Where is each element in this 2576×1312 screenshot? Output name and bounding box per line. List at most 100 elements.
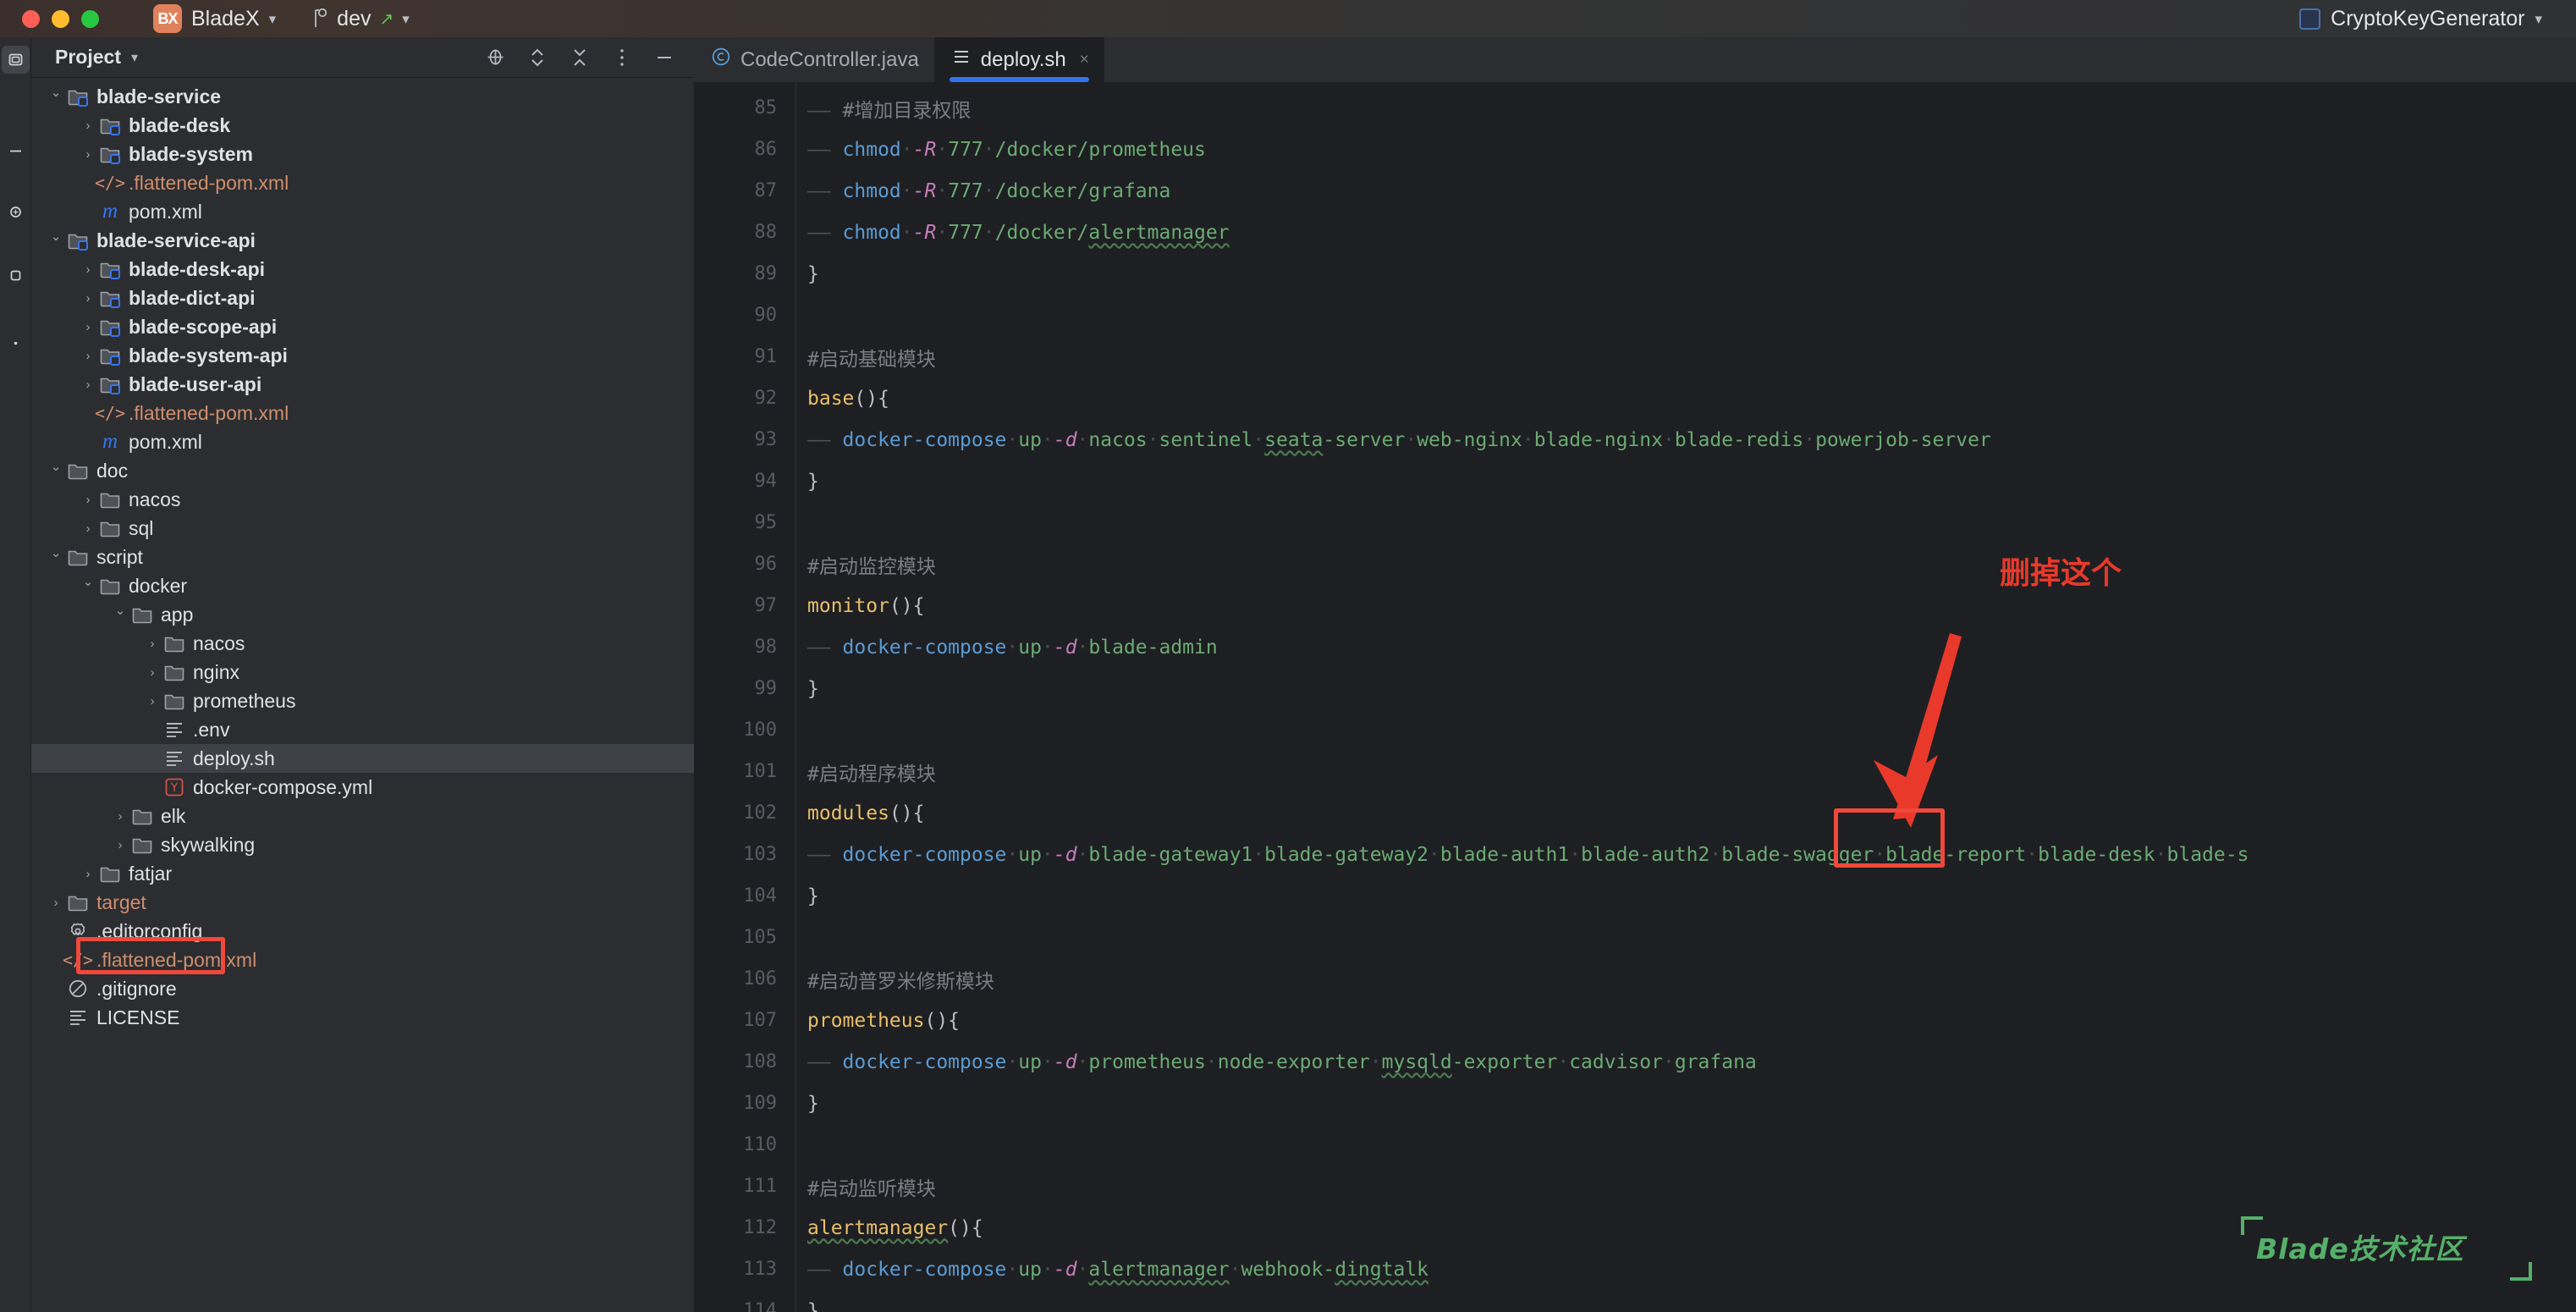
tree-row[interactable]: › blade-system-api [31,341,694,370]
project-tool-button[interactable] [2,46,30,74]
code-line[interactable]: 107 prometheus(){ [694,1000,2576,1041]
chevron-right-icon[interactable]: › [79,493,97,507]
code-line[interactable]: 104} [694,875,2576,917]
window-controls[interactable] [0,9,99,28]
tree-row[interactable]: › blade-system [31,140,694,168]
tree-row[interactable]: ⌄ script [31,543,694,571]
code-line[interactable]: 88 —— chmod·-R·777·/docker/alertmanager [694,212,2576,253]
chevron-down-icon[interactable]: ⌄ [47,229,65,244]
close-window-button[interactable] [22,9,40,28]
tree-row[interactable]: › target [31,888,694,917]
tree-row[interactable]: .gitignore [31,974,694,1003]
chevron-right-icon[interactable]: › [79,262,97,277]
code-line[interactable]: 111 #启动监听模块 [694,1166,2576,1207]
code-line[interactable]: 90 [694,295,2576,336]
tree-row[interactable]: ⌄ app [31,600,694,629]
chevron-right-icon[interactable]: › [143,694,162,708]
tree-row[interactable]: › skywalking [31,830,694,859]
minimize-window-button[interactable] [52,9,69,28]
structure-tool-button[interactable] [2,198,30,226]
code-line[interactable]: 108 —— docker-compose·up·-d·prometheus·no… [694,1041,2576,1083]
code-line[interactable]: 87 —— chmod·-R·777·/docker/grafana [694,170,2576,212]
code-line[interactable]: 110 [694,1124,2576,1166]
tree-row[interactable]: m pom.xml [31,427,694,456]
code-line[interactable]: 105 [694,917,2576,958]
tree-row-selected[interactable]: deploy.sh [31,744,694,773]
chevron-down-icon[interactable]: ⌄ [47,545,65,560]
hide-panel-icon[interactable] [653,47,675,69]
code-line[interactable]: 86 —— chmod·-R·777·/docker/prometheus [694,129,2576,170]
code-line[interactable]: 102 modules(){ [694,792,2576,834]
editor-tab-bar[interactable]: CodeController.java deploy.sh × [694,37,2576,82]
code-line[interactable]: 91 #启动基础模块 [694,336,2576,378]
tree-row[interactable]: ⌄ blade-service-api [31,226,694,255]
tree-row[interactable]: › sql [31,514,694,543]
editor-tab[interactable]: deploy.sh × [933,37,1104,82]
tree-row[interactable]: LICENSE [31,1003,694,1032]
chevron-down-icon[interactable]: ⌄ [79,574,97,589]
code-line[interactable]: 99} [694,668,2576,709]
chevron-right-icon[interactable]: › [79,291,97,306]
tree-row[interactable]: </> .flattened-pom.xml [31,168,694,197]
close-icon[interactable]: × [1080,51,1089,69]
code-line[interactable]: 106 #启动普罗米修斯模块 [694,958,2576,1000]
code-view[interactable]: 85 —— #增加目录权限 86 —— chmod·-R·777·/docker/pr… [694,82,2576,1312]
code-line[interactable]: 98 —— docker-compose·up·-d·blade-admin [694,626,2576,668]
chevron-right-icon[interactable]: › [79,320,97,334]
tree-row[interactable]: ⌄ docker [31,571,694,600]
tree-row[interactable]: m pom.xml [31,197,694,226]
chevron-right-icon[interactable]: › [47,896,65,910]
chevron-right-icon[interactable]: › [111,838,129,852]
tree-row[interactable]: › nacos [31,485,694,514]
code-line[interactable]: 94} [694,460,2576,502]
tree-row[interactable]: › blade-desk [31,111,694,140]
chevron-right-icon[interactable]: › [79,521,97,536]
tree-row[interactable]: ⌄ doc [31,456,694,485]
maximize-window-button[interactable] [81,9,99,28]
chevron-down-icon[interactable]: ▾ [131,49,138,66]
tree-row[interactable]: › elk [31,802,694,830]
collapse-all-icon[interactable] [569,47,591,69]
chevron-right-icon[interactable]: › [111,809,129,824]
branch-selector[interactable]: dev ↗ ▾ [311,7,410,31]
code-line[interactable]: 101 #启动程序模块 [694,751,2576,792]
chevron-right-icon[interactable]: › [79,867,97,881]
code-line[interactable]: 97 monitor(){ [694,585,2576,626]
tree-row[interactable]: › prometheus [31,686,694,715]
chevron-down-icon[interactable]: ⌄ [47,459,65,474]
tree-row[interactable]: › blade-scope-api [31,312,694,341]
code-line[interactable]: 103 —— docker-compose·up·-d·blade-gateway… [694,834,2576,875]
code-line[interactable]: 85 —— #增加目录权限 [694,87,2576,129]
code-line[interactable]: 96 #启动监控模块 [694,543,2576,585]
chevron-right-icon[interactable]: › [143,637,162,651]
commit-tool-button[interactable] [2,137,30,165]
project-tree[interactable]: ⌄ blade-service › blade-desk › blade-system </… [31,78,694,1032]
tree-row[interactable]: ⌄ blade-service [31,82,694,111]
tree-row[interactable]: .env [31,715,694,744]
chevron-right-icon[interactable]: › [79,349,97,363]
code-line[interactable]: 109} [694,1083,2576,1124]
chevron-right-icon[interactable]: › [79,147,97,162]
chevron-right-icon[interactable]: › [143,665,162,680]
tree-row[interactable]: › blade-desk-api [31,255,694,284]
more-options-icon[interactable] [611,47,633,69]
editor-tab[interactable]: CodeController.java [694,37,934,82]
project-selector[interactable]: BX BladeX ▾ [153,4,276,33]
more-tool-windows-button[interactable] [2,329,30,357]
chevron-down-icon[interactable]: ⌄ [111,603,129,618]
tree-row[interactable]: › blade-dict-api [31,284,694,312]
code-line[interactable]: 95 [694,502,2576,543]
code-line[interactable]: 114} [694,1290,2576,1312]
tree-row[interactable]: Ydocker-compose.yml [31,773,694,802]
tree-row[interactable]: › nacos [31,629,694,658]
expand-collapse-icon[interactable] [526,47,548,69]
select-opened-file-icon[interactable] [484,47,506,69]
code-line[interactable]: 100 [694,709,2576,751]
tree-row[interactable]: › blade-user-api [31,370,694,399]
bookmarks-tool-button[interactable] [2,262,30,289]
tree-row[interactable]: › nginx [31,658,694,686]
chevron-right-icon[interactable]: › [79,119,97,133]
code-line[interactable]: 93 —— docker-compose·up·-d·nacos·sentinel… [694,419,2576,460]
tree-row[interactable]: › fatjar [31,859,694,888]
chevron-right-icon[interactable]: › [79,378,97,392]
